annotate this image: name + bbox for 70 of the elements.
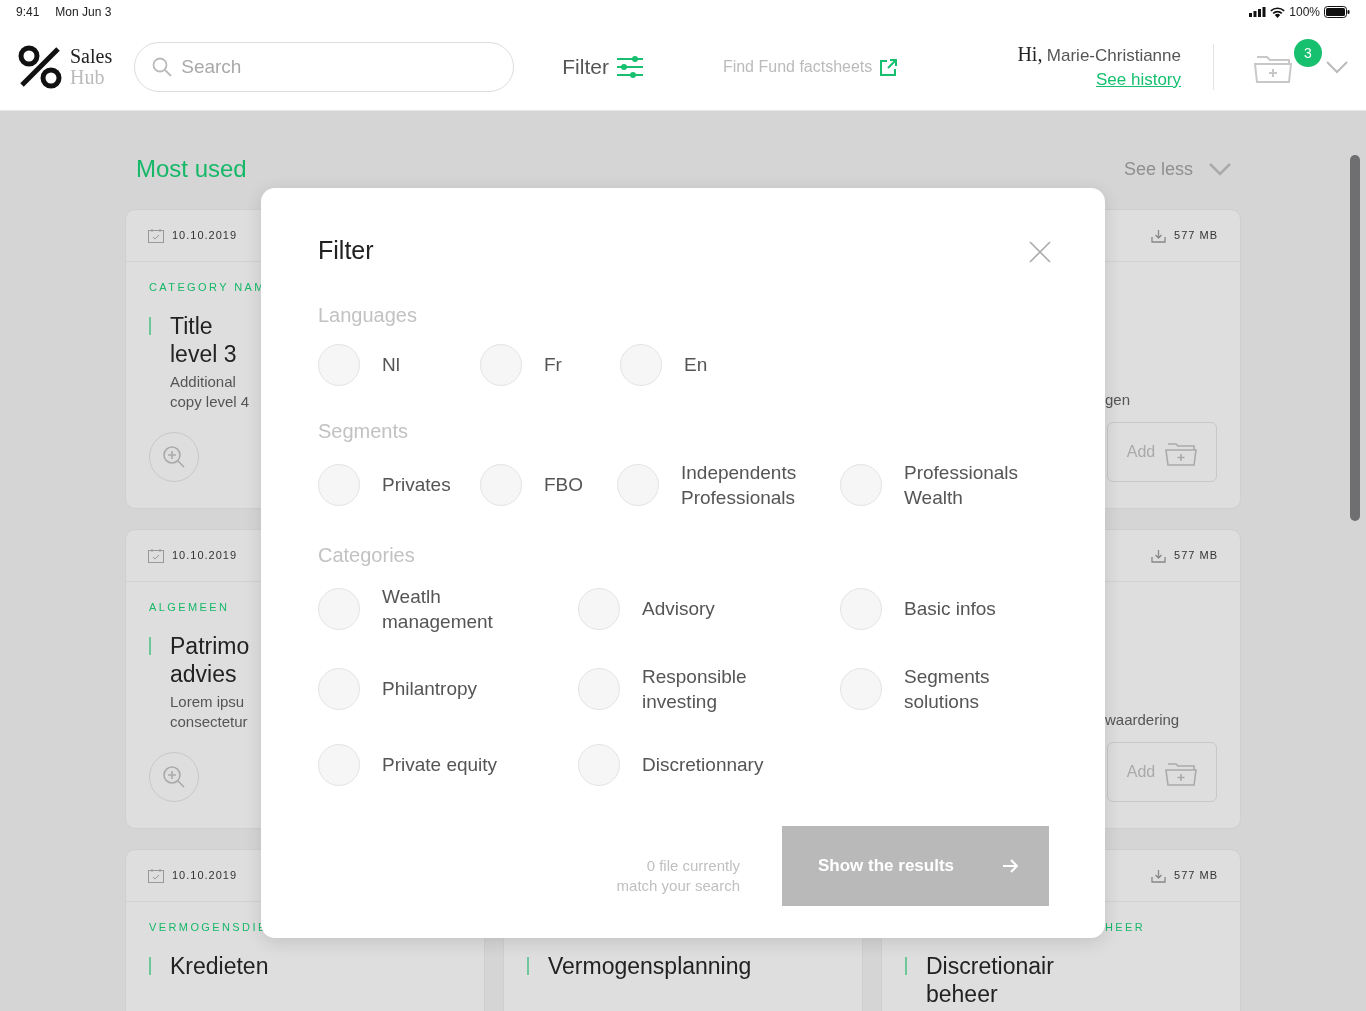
radio-option[interactable]: Independents Professionals [617,459,840,510]
wifi-icon [1270,6,1286,18]
card-description: waardering [1105,710,1181,730]
file-size: 577 MB [1174,228,1218,244]
section-label: Segments [318,418,410,444]
zoom-button[interactable] [149,432,199,482]
radio-option[interactable]: Basic infos [840,587,1051,630]
radio-option[interactable]: Discretionnary [578,743,840,786]
logo-text: Hub [70,67,106,88]
section-label: Languages [318,302,418,328]
card-title: Kredieten [170,952,269,980]
result-count-note: 0 file currently match your search [616,855,740,896]
download-icon [1151,548,1167,563]
radio-option[interactable]: FBO [480,463,617,506]
card-description: Lorem ipsu consectetur [170,692,249,732]
calendar-icon [148,548,164,563]
search-field[interactable]: Search [134,42,515,92]
radio-option[interactable]: Weatlh management [318,583,578,634]
card-title: Title level 3 [170,312,237,368]
status-date: Mon Jun 3 [55,4,112,21]
download-icon [1151,868,1167,883]
radio-option[interactable]: Responsible investing [578,663,840,714]
radio-option[interactable]: Private equity [318,743,578,786]
cart-count-badge: 3 [1294,39,1322,67]
radio-option[interactable]: Fr [480,343,620,386]
category-label: ALGEMEEN [149,600,231,614]
dialog-title: Filter [318,235,374,266]
filter-button[interactable]: Filter [562,51,643,83]
radio-option[interactable]: Privates [318,463,480,506]
card-title: Patrimo advies [170,632,250,688]
zoom-in-icon [162,765,186,789]
radio-option[interactable]: Segments solutions [840,663,1051,714]
external-link-icon [880,58,898,76]
signal-icon [1249,7,1267,17]
radio-option[interactable]: En [620,343,1051,386]
logo-icon [18,45,62,89]
search-icon [152,57,173,77]
zoom-button[interactable] [149,752,199,802]
zoom-in-icon [162,445,186,469]
date-text: 10.10.2019 [172,548,238,564]
close-button[interactable] [1029,238,1051,263]
file-size: 577 MB [1174,548,1218,564]
calendar-icon [148,868,164,883]
radio-option[interactable]: Advisory [578,587,840,630]
battery-percent: 100% [1289,4,1320,21]
date-text: 10.10.2019 [172,868,238,884]
download-icon [1151,228,1167,243]
card-description: gen [1105,390,1132,410]
category-label: VERMOGENSDIE [149,920,269,934]
scrollbar[interactable] [1350,155,1360,521]
arrow-right-icon [1003,858,1019,873]
battery-icon [1324,6,1350,18]
calendar-icon [148,228,164,243]
date-text: 10.10.2019 [172,228,238,244]
chevron-down-icon[interactable] [1326,60,1348,74]
radio-option[interactable]: Nl [318,343,480,386]
greeting-text: Hi, Marie-Christianne [1017,42,1181,67]
card-title: Discretionair beheer [926,952,1054,1008]
status-time: 9:41 [16,4,40,21]
card-description: Additional copy level 4 [170,372,251,412]
section-title: Most used [136,154,247,184]
section-label: Categories [318,542,416,568]
category-label: HEER [1105,920,1147,934]
chevron-down-icon [1209,162,1231,176]
card-title: Vermogensplanning [548,952,752,980]
logo-text: Sales [70,46,113,67]
radio-option[interactable]: Philantropy [318,667,578,710]
radio-option[interactable]: Professionals Wealth [840,459,1051,510]
sliders-icon [616,56,643,78]
file-size: 577 MB [1174,868,1218,884]
